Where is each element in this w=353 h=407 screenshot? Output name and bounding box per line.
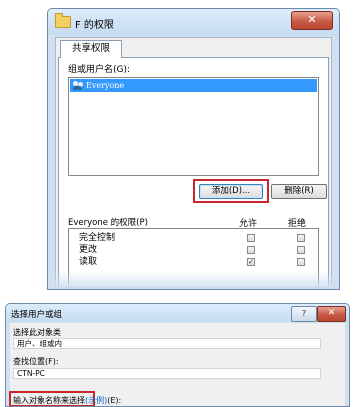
object-type-label: 选择此对象类 xyxy=(13,328,61,337)
examples-link[interactable]: (示例) xyxy=(85,396,107,405)
dialog-title: 选择用户或组 xyxy=(11,310,63,320)
window-title: F 的权限 xyxy=(75,20,114,31)
permission-name: 更改 xyxy=(79,245,98,255)
add-button[interactable]: 添加(D)... xyxy=(199,184,263,199)
users-group-icon xyxy=(73,81,87,91)
title-bar[interactable]: 选择用户或组 ? ✕ xyxy=(6,304,349,322)
select-users-dialog: 选择用户或组 ? ✕ 选择此对象类 用户、组或内 查找位置(F): CTN-PC… xyxy=(5,303,350,407)
deny-read-checkbox[interactable] xyxy=(297,258,305,266)
permissions-window: F 的权限 ✕ 共享权限 组或用户名(G): Everyone 添加(D)...… xyxy=(47,8,340,290)
location-label: 查找位置(F): xyxy=(13,357,59,366)
enter-names-text: 输入对象名称来选择 xyxy=(13,396,85,405)
dialog-body: 选择此对象类 用户、组或内 查找位置(F): CTN-PC 输入对象名称来选择(… xyxy=(9,323,345,406)
tab-panel: 组或用户名(G): Everyone 添加(D)... 删除(R) Everyo… xyxy=(58,57,329,288)
dialog-body: 共享权限 组或用户名(G): Everyone 添加(D)... 删除(R) E… xyxy=(55,37,332,289)
group-or-user-label: 组或用户名(G): xyxy=(68,65,131,75)
help-button[interactable]: ? xyxy=(291,306,317,322)
user-name: Everyone xyxy=(86,81,125,90)
allow-read-checkbox[interactable]: ✓ xyxy=(247,258,255,266)
enter-names-suffix: (E): xyxy=(107,396,122,405)
close-button[interactable]: ✕ xyxy=(317,306,346,322)
location-field: CTN-PC xyxy=(13,368,321,379)
tab-share-permissions[interactable]: 共享权限 xyxy=(60,40,122,58)
window-bottom-fade xyxy=(48,271,339,289)
close-button[interactable]: ✕ xyxy=(291,11,333,30)
list-item-everyone[interactable]: Everyone xyxy=(70,79,317,92)
allow-change-checkbox[interactable] xyxy=(247,246,255,254)
object-type-field: 用户、组或内 xyxy=(13,338,321,349)
permissions-header: Everyone 的权限(P) xyxy=(68,218,148,228)
deny-full-control-checkbox[interactable] xyxy=(297,234,305,242)
deny-change-checkbox[interactable] xyxy=(297,246,305,254)
permission-name: 完全控制 xyxy=(79,233,116,243)
users-list[interactable]: Everyone xyxy=(68,77,319,176)
folder-icon xyxy=(55,13,71,28)
permission-name: 读取 xyxy=(79,257,98,267)
enter-names-label: 输入对象名称来选择(示例)(E): xyxy=(13,395,121,406)
title-bar[interactable]: F 的权限 ✕ xyxy=(48,9,339,35)
remove-button[interactable]: 删除(R) xyxy=(271,184,327,199)
allow-full-control-checkbox[interactable] xyxy=(247,234,255,242)
